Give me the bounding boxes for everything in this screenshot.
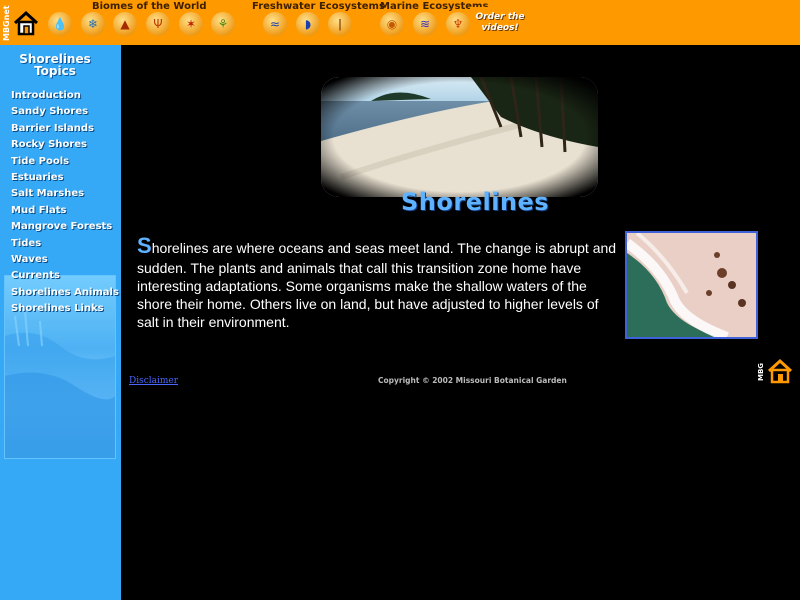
- order-label-line1: Order the: [475, 12, 525, 22]
- page-title: Shorelines: [401, 188, 550, 216]
- main-content: Shorelines Shorelines are where oceans a…: [121, 45, 800, 600]
- sidebar-item-shorelines-links[interactable]: Shorelines Links: [11, 301, 119, 317]
- disclaimer-link[interactable]: Disclaimer: [129, 376, 178, 386]
- intro-paragraph: Shorelines are where oceans and seas mee…: [137, 233, 621, 331]
- sidebar-item-mangrove-forests[interactable]: Mangrove Forests: [11, 219, 119, 235]
- sidebar-item-salt-marshes[interactable]: Salt Marshes: [11, 186, 119, 202]
- lake-icon[interactable]: ◗: [296, 12, 320, 36]
- sidebar-item-introduction[interactable]: Introduction: [11, 88, 119, 104]
- snowflake-icon[interactable]: ❄: [81, 12, 105, 36]
- leaf-icon[interactable]: ✶: [179, 12, 203, 36]
- sidebar: Shorelines Topics Introduction Sandy Sho…: [0, 45, 121, 600]
- intro-drop-cap: S: [137, 233, 152, 258]
- drop-icon[interactable]: 💧: [48, 12, 72, 36]
- sidebar-title-line2: Topics: [34, 64, 76, 78]
- sidebar-item-tides[interactable]: Tides: [11, 236, 119, 252]
- coral-icon[interactable]: ♆: [446, 12, 470, 36]
- sidebar-item-waves[interactable]: Waves: [11, 252, 119, 268]
- top-navigation-bar: MBGnet Biomes of the World Freshwater Ec…: [0, 0, 800, 45]
- wetland-icon[interactable]: ǀ: [328, 12, 352, 36]
- beach-hero-image: [321, 77, 598, 197]
- svg-text:MBG: MBG: [757, 363, 765, 381]
- biomes-section-label[interactable]: Biomes of the World: [92, 1, 206, 12]
- order-videos-button[interactable]: Order the videos!: [470, 7, 530, 41]
- sidebar-item-sandy-shores[interactable]: Sandy Shores: [11, 104, 119, 120]
- shell-icon[interactable]: ◉: [380, 12, 404, 36]
- cactus-icon[interactable]: Ψ: [146, 12, 170, 36]
- order-label-line2: videos!: [481, 23, 519, 33]
- sidebar-item-tide-pools[interactable]: Tide Pools: [11, 154, 119, 170]
- mbgnet-home-icon[interactable]: MBG: [757, 355, 797, 385]
- sidebar-item-estuaries[interactable]: Estuaries: [11, 170, 119, 186]
- tree-icon[interactable]: ▲: [113, 12, 137, 36]
- sidebar-item-shorelines-animals[interactable]: Shorelines Animals: [11, 285, 119, 301]
- wave-icon[interactable]: ≋: [413, 12, 437, 36]
- intro-text: horelines are where oceans and seas meet…: [137, 240, 617, 330]
- aerial-shore-image: [625, 231, 758, 339]
- grass-icon[interactable]: ⚘: [211, 12, 235, 36]
- home-icon[interactable]: [12, 9, 40, 37]
- sidebar-item-currents[interactable]: Currents: [11, 268, 119, 284]
- freshwater-section-label[interactable]: Freshwater Ecosystems: [252, 1, 385, 12]
- copyright-text: Copyright © 2002 Missouri Botanical Gard…: [378, 376, 567, 385]
- sidebar-item-barrier-islands[interactable]: Barrier Islands: [11, 121, 119, 137]
- sidebar-topic-list: Introduction Sandy Shores Barrier Island…: [11, 88, 119, 317]
- sidebar-title: Shorelines Topics: [0, 53, 110, 77]
- sidebar-item-rocky-shores[interactable]: Rocky Shores: [11, 137, 119, 153]
- sidebar-item-mud-flats[interactable]: Mud Flats: [11, 203, 119, 219]
- river-icon[interactable]: ≈: [263, 12, 287, 36]
